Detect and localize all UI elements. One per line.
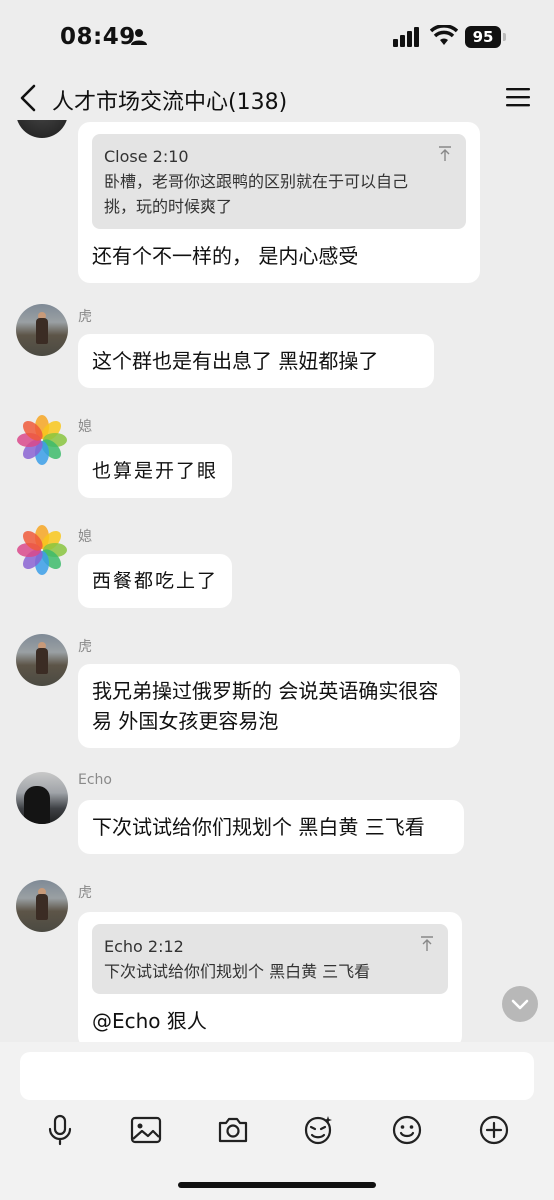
- battery-tip: [503, 33, 506, 41]
- message-bubble[interactable]: Echo 2:12 下次试试给你们规划个 黑白黄 三飞看 @Echo 狠人: [78, 912, 462, 1042]
- scroll-to-bottom-button[interactable]: [502, 986, 538, 1022]
- message-text: 下次试试给你们规划个 黑白黄 三飞看: [92, 815, 425, 839]
- sender-name: Echo: [78, 772, 112, 788]
- avatar[interactable]: [16, 120, 68, 138]
- status-time: 08:49: [60, 24, 136, 50]
- quote-text: 下次试试给你们规划个 黑白黄 三飞看: [104, 962, 371, 981]
- status-bar: 08:49 95: [0, 0, 554, 76]
- avatar[interactable]: [16, 772, 68, 824]
- quoted-message[interactable]: Echo 2:12 下次试试给你们规划个 黑白黄 三飞看: [92, 924, 448, 994]
- message-bubble[interactable]: 西餐都吃上了: [78, 554, 232, 608]
- message-bubble[interactable]: 也算是开了眼: [78, 444, 232, 498]
- chevron-down-icon: [511, 999, 529, 1010]
- photos-app-icon[interactable]: [16, 524, 68, 576]
- sender-name: 虎: [78, 309, 92, 325]
- quote-author: Echo 2:12: [104, 937, 184, 956]
- jump-to-icon[interactable]: [420, 936, 434, 952]
- sticker-icon[interactable]: [300, 1112, 336, 1148]
- message-text: 我兄弟操过俄罗斯的 会说英语确实很容易 外国女孩更容易泡: [92, 679, 439, 733]
- photos-app-icon[interactable]: [16, 414, 68, 466]
- nav-bar: 人才市场交流中心(138): [0, 76, 554, 120]
- message-bubble[interactable]: 下次试试给你们规划个 黑白黄 三飞看: [78, 800, 464, 854]
- message-bubble[interactable]: 这个群也是有出息了 黑妞都操了: [78, 334, 434, 388]
- back-icon[interactable]: [16, 82, 40, 114]
- menu-icon[interactable]: [506, 86, 530, 108]
- quote-author: Close 2:10: [104, 147, 189, 166]
- message-text: @Echo 狠人: [92, 1009, 207, 1033]
- message-input[interactable]: [20, 1052, 534, 1100]
- avatar[interactable]: [16, 880, 68, 932]
- signal-icon: [393, 27, 419, 47]
- avatar[interactable]: [16, 304, 68, 356]
- message-bubble[interactable]: 我兄弟操过俄罗斯的 会说英语确实很容易 外国女孩更容易泡: [78, 664, 460, 748]
- microphone-icon[interactable]: [42, 1112, 78, 1148]
- sender-name: 虎: [78, 639, 92, 655]
- battery-level: 95: [465, 26, 501, 48]
- avatar[interactable]: [16, 634, 68, 686]
- camera-icon[interactable]: [215, 1112, 251, 1148]
- message-text: 西餐都吃上了: [92, 570, 219, 592]
- sender-name: 虎: [78, 885, 92, 901]
- quoted-message[interactable]: Close 2:10 卧槽，老哥你这跟鸭的区别就在于可以自己挑，玩的时候爽了: [92, 134, 466, 229]
- message-text: 也算是开了眼: [92, 460, 219, 482]
- emoji-icon[interactable]: [389, 1112, 425, 1148]
- jump-to-icon[interactable]: [438, 146, 452, 162]
- message-text: 还有个不一样的， 是内心感受: [92, 244, 359, 268]
- sender-name: 媳: [78, 419, 92, 435]
- message-bubble[interactable]: Close 2:10 卧槽，老哥你这跟鸭的区别就在于可以自己挑，玩的时候爽了 还…: [78, 122, 480, 283]
- image-icon[interactable]: [128, 1112, 164, 1148]
- quote-text: 卧槽，老哥你这跟鸭的区别就在于可以自己挑，玩的时候爽了: [104, 172, 409, 216]
- plus-icon[interactable]: [476, 1112, 512, 1148]
- home-indicator: [178, 1182, 376, 1188]
- chat-title: 人才市场交流中心(138): [52, 90, 288, 115]
- person-icon: [131, 29, 147, 45]
- sender-name: 媳: [78, 529, 92, 545]
- message-list[interactable]: Close 2:10 卧槽，老哥你这跟鸭的区别就在于可以自己挑，玩的时候爽了 还…: [0, 120, 554, 1042]
- input-area: [0, 1042, 554, 1200]
- wifi-icon: [430, 25, 458, 45]
- message-text: 这个群也是有出息了 黑妞都操了: [92, 349, 379, 373]
